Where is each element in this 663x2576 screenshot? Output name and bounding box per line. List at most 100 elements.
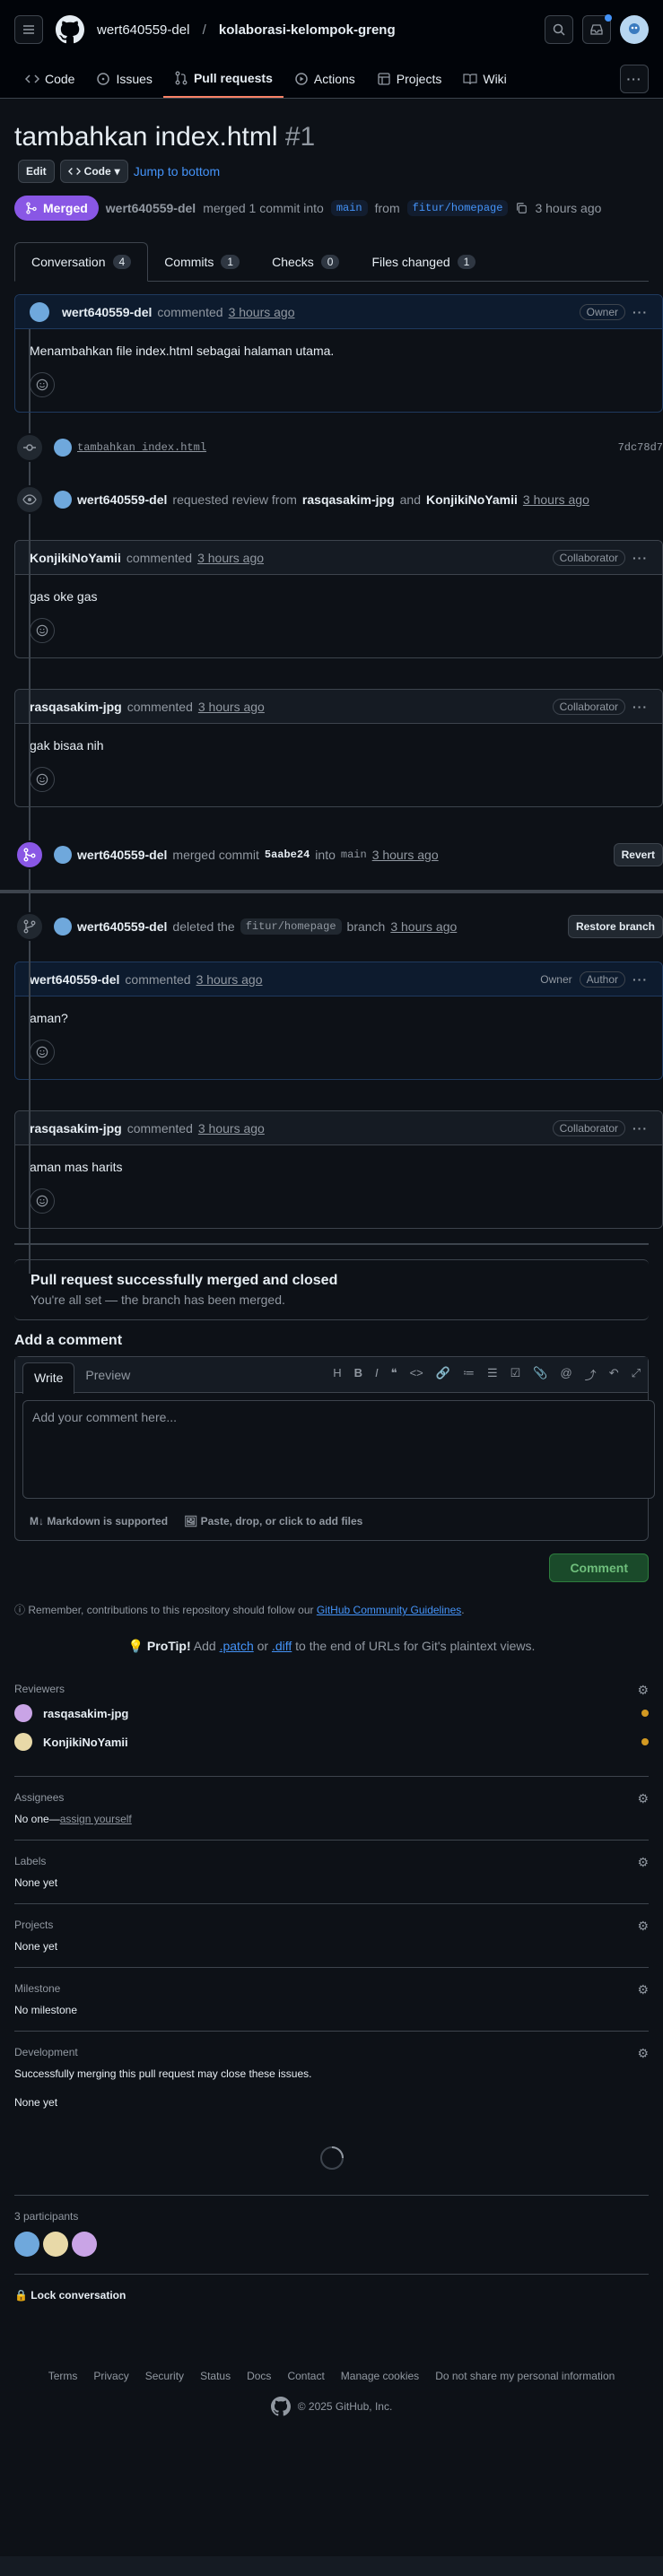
copy-icon[interactable] bbox=[515, 202, 528, 214]
comment-author[interactable]: KonjikiNoYamii bbox=[30, 551, 121, 565]
user-avatar[interactable] bbox=[620, 15, 649, 44]
preview-tab[interactable]: Preview bbox=[74, 1361, 141, 1389]
breadcrumb-repo[interactable]: kolaborasi-kelompok-greng bbox=[219, 22, 396, 38]
breadcrumb-owner[interactable]: wert640559-del bbox=[97, 22, 189, 38]
comment-time[interactable]: 3 hours ago bbox=[229, 305, 295, 319]
assign-yourself-link[interactable]: assign yourself bbox=[60, 1813, 132, 1825]
footer-link[interactable]: Docs bbox=[247, 2370, 271, 2382]
gear-icon[interactable]: ⚙ bbox=[637, 1791, 649, 1806]
patch-link[interactable]: .patch bbox=[220, 1639, 254, 1653]
revert-button[interactable]: Revert bbox=[613, 843, 663, 866]
gear-icon[interactable]: ⚙ bbox=[637, 2046, 649, 2061]
undo-icon[interactable]: ↶ bbox=[609, 1366, 619, 1383]
avatar[interactable] bbox=[54, 846, 72, 864]
avatar[interactable] bbox=[72, 2232, 97, 2257]
tab-checks[interactable]: Checks 0 bbox=[256, 242, 355, 281]
comment-time[interactable]: 3 hours ago bbox=[198, 700, 265, 714]
code-dropdown-button[interactable]: Code ▾ bbox=[59, 160, 128, 183]
attach-files-hint[interactable]: 🖼 Paste, drop, or click to add files bbox=[184, 1515, 362, 1527]
markdown-hint[interactable]: M↓ Markdown is supported bbox=[30, 1515, 168, 1527]
menu-button[interactable] bbox=[14, 15, 43, 44]
diff-link[interactable]: .diff bbox=[272, 1639, 292, 1653]
footer-link[interactable]: Manage cookies bbox=[341, 2370, 419, 2382]
jump-to-bottom-link[interactable]: Jump to bottom bbox=[134, 164, 221, 178]
avatar[interactable] bbox=[30, 301, 49, 322]
merge-base[interactable]: main bbox=[341, 849, 367, 861]
italic-icon[interactable]: I bbox=[375, 1366, 379, 1383]
github-logo-icon[interactable] bbox=[56, 15, 84, 44]
pr-author[interactable]: wert640559-del bbox=[106, 201, 196, 215]
event-author[interactable]: wert640559-del bbox=[77, 848, 167, 862]
footer-link[interactable]: Security bbox=[145, 2370, 184, 2382]
add-reaction-button[interactable] bbox=[30, 767, 55, 792]
comment-menu-button[interactable]: ··· bbox=[632, 972, 648, 987]
event-time[interactable]: 3 hours ago bbox=[372, 848, 439, 862]
search-button[interactable] bbox=[545, 15, 573, 44]
reference-icon[interactable]: ⤴ bbox=[585, 1366, 597, 1383]
numbered-list-icon[interactable]: ≔ bbox=[463, 1366, 475, 1383]
event-author[interactable]: wert640559-del bbox=[77, 919, 167, 934]
tab-conversation[interactable]: Conversation 4 bbox=[14, 242, 149, 282]
code-icon[interactable]: <> bbox=[410, 1366, 423, 1383]
heading-icon[interactable]: H bbox=[333, 1366, 341, 1383]
tab-actions[interactable]: Actions bbox=[284, 59, 366, 98]
gear-icon[interactable]: ⚙ bbox=[637, 1855, 649, 1870]
avatar[interactable] bbox=[54, 491, 72, 509]
comment-menu-button[interactable]: ··· bbox=[632, 700, 648, 714]
comment-author[interactable]: rasqasakim-jpg bbox=[30, 700, 122, 714]
comment-time[interactable]: 3 hours ago bbox=[198, 1121, 265, 1136]
mention-icon[interactable]: @ bbox=[560, 1366, 571, 1383]
footer-link[interactable]: Privacy bbox=[93, 2370, 128, 2382]
avatar[interactable] bbox=[54, 918, 72, 936]
avatar[interactable] bbox=[43, 2232, 68, 2257]
event-time[interactable]: 3 hours ago bbox=[523, 492, 589, 507]
comment-author[interactable]: wert640559-del bbox=[30, 972, 119, 987]
avatar[interactable] bbox=[54, 439, 72, 457]
head-branch[interactable]: fitur/homepage bbox=[406, 200, 509, 216]
footer-link[interactable]: Do not share my personal information bbox=[435, 2370, 615, 2382]
edit-title-button[interactable]: Edit bbox=[18, 160, 55, 183]
reviewer-item[interactable]: rasqasakim-jpg bbox=[14, 1704, 649, 1722]
footer-link[interactable]: Contact bbox=[287, 2370, 324, 2382]
avatar[interactable] bbox=[14, 2232, 39, 2257]
gear-icon[interactable]: ⚙ bbox=[637, 1982, 649, 1997]
comment-author[interactable]: wert640559-del bbox=[62, 305, 152, 319]
reviewer-item[interactable]: KonjikiNoYamii bbox=[14, 1733, 649, 1751]
tab-pull-requests[interactable]: Pull requests bbox=[162, 59, 284, 98]
merge-commit-sha[interactable]: 5aabe24 bbox=[265, 849, 310, 861]
footer-link[interactable]: Terms bbox=[48, 2370, 78, 2382]
lock-conversation[interactable]: 🔒 Lock conversation bbox=[14, 2275, 649, 2316]
write-tab[interactable]: Write bbox=[22, 1362, 75, 1394]
reviewer-1[interactable]: rasqasakim-jpg bbox=[302, 492, 395, 507]
comment-time[interactable]: 3 hours ago bbox=[197, 551, 264, 565]
comment-submit-button[interactable]: Comment bbox=[549, 1553, 649, 1582]
tab-issues[interactable]: Issues bbox=[85, 59, 162, 98]
footer-link[interactable]: Status bbox=[200, 2370, 231, 2382]
inbox-button[interactable] bbox=[582, 14, 612, 44]
tab-wiki[interactable]: Wiki bbox=[452, 59, 517, 98]
add-reaction-button[interactable] bbox=[30, 372, 55, 397]
reviewer-2[interactable]: KonjikiNoYamii bbox=[426, 492, 518, 507]
event-author[interactable]: wert640559-del bbox=[77, 492, 167, 507]
fullscreen-icon[interactable]: ⤢ bbox=[632, 1366, 641, 1383]
comment-textarea[interactable] bbox=[22, 1400, 655, 1499]
more-nav-button[interactable]: ··· bbox=[620, 65, 649, 93]
tab-code[interactable]: Code bbox=[14, 59, 85, 98]
bullet-list-icon[interactable]: ☰ bbox=[487, 1366, 498, 1383]
guidelines-link[interactable]: GitHub Community Guidelines bbox=[317, 1604, 461, 1616]
add-reaction-button[interactable] bbox=[30, 618, 55, 643]
tab-files-changed[interactable]: Files changed 1 bbox=[355, 242, 492, 281]
commit-message[interactable]: tambahkan index.html bbox=[77, 441, 206, 454]
gear-icon[interactable]: ⚙ bbox=[637, 1683, 649, 1698]
comment-menu-button[interactable]: ··· bbox=[632, 305, 648, 319]
tab-projects[interactable]: Projects bbox=[366, 59, 453, 98]
github-logo-icon[interactable] bbox=[270, 2397, 291, 2416]
link-icon[interactable]: 🔗 bbox=[436, 1366, 450, 1383]
base-branch[interactable]: main bbox=[330, 200, 368, 216]
tab-commits[interactable]: Commits 1 bbox=[148, 242, 256, 281]
comment-menu-button[interactable]: ··· bbox=[632, 1121, 648, 1136]
restore-branch-button[interactable]: Restore branch bbox=[567, 915, 663, 938]
bold-icon[interactable]: B bbox=[354, 1366, 362, 1383]
task-list-icon[interactable]: ☑ bbox=[510, 1366, 521, 1383]
comment-author[interactable]: rasqasakim-jpg bbox=[30, 1121, 122, 1136]
